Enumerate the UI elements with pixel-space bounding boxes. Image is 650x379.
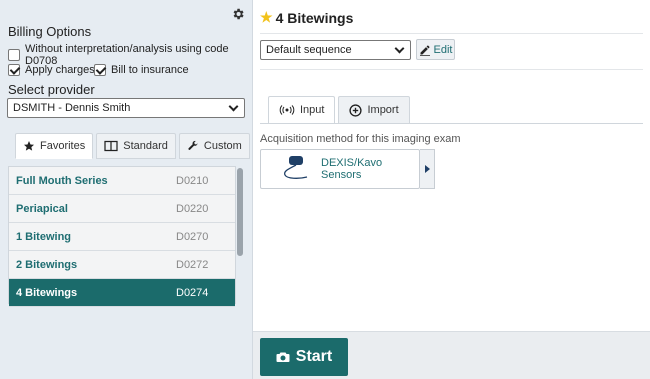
chevron-down-icon (228, 101, 239, 111)
tab-standard-label: Standard (123, 140, 168, 152)
acquisition-tabs: Input Import (268, 96, 413, 124)
tab-import-label: Import (367, 104, 399, 116)
left-panel: Billing Options Without interpretation/a… (0, 0, 253, 379)
favorite-star-icon[interactable]: ★ (260, 9, 273, 26)
apply-charges-label: Apply charges (25, 64, 95, 76)
tab-favorites[interactable]: Favorites (15, 133, 94, 159)
procedure-code: D0274 (176, 286, 209, 299)
tab-custom-label: Custom (203, 140, 242, 152)
procedure-name: Full Mouth Series (16, 174, 108, 187)
procedure-code: D0272 (176, 258, 209, 271)
caret-right-icon (424, 165, 430, 173)
list-item[interactable]: Full Mouth Series D0210 (9, 167, 235, 195)
start-button[interactable]: Start (260, 338, 348, 376)
procedure-list-scrollbar[interactable] (236, 166, 244, 304)
page-title: ★ 4 Bitewings (260, 9, 353, 26)
procedure-code: D0270 (176, 230, 209, 243)
tab-input[interactable]: Input (268, 96, 336, 124)
sensor-device-icon (281, 155, 311, 184)
provider-select[interactable]: DSMITH - Dennis Smith (7, 98, 245, 118)
plus-circle-icon (349, 103, 363, 117)
start-label: Start (295, 348, 333, 365)
bill-to-insurance-option[interactable]: Bill to insurance (94, 64, 189, 76)
tab-custom[interactable]: Custom (178, 133, 250, 159)
wrench-icon (187, 140, 199, 152)
right-panel: ★ 4 Bitewings Default sequence Edit Inpu… (253, 0, 650, 379)
dexis-sensor-button[interactable]: DEXIS/Kavo Sensors (260, 149, 420, 189)
settings-gear-icon[interactable] (231, 7, 245, 21)
book-icon (104, 140, 118, 152)
procedure-code: D0210 (176, 174, 209, 187)
apply-charges-option[interactable]: Apply charges (8, 64, 95, 76)
edit-label: Edit (433, 43, 453, 56)
procedure-code: D0220 (176, 202, 209, 215)
list-item[interactable]: 1 Bitewing D0270 (9, 223, 235, 251)
list-item-selected[interactable]: 4 Bitewings D0274 (9, 279, 235, 307)
billing-options-title: Billing Options (8, 24, 92, 39)
procedure-tabs: Favorites Standard Custom (15, 133, 253, 159)
sequence-selected-value: Default sequence (266, 44, 352, 56)
procedure-list: Full Mouth Series D0210 Periapical D0220… (8, 166, 236, 307)
star-icon (23, 140, 35, 152)
tab-input-label: Input (300, 104, 325, 116)
edit-button[interactable]: Edit (416, 39, 455, 60)
list-item[interactable]: Periapical D0220 (9, 195, 235, 223)
procedure-name: Periapical (16, 202, 68, 215)
procedure-name: 4 Bitewings (16, 286, 78, 299)
acquisition-method-label: Acquisition method for this imaging exam (260, 133, 461, 145)
divider (260, 33, 643, 34)
sensor-label: DEXIS/Kavo Sensors (321, 157, 383, 181)
procedure-title: 4 Bitewings (275, 9, 354, 26)
pencil-icon (419, 45, 430, 56)
procedure-name: 2 Bitewings (16, 258, 78, 271)
sequence-select[interactable]: Default sequence (260, 40, 411, 60)
apply-charges-checkbox[interactable] (8, 64, 20, 76)
scrollbar-thumb[interactable] (237, 168, 243, 256)
provider-selected-value: DSMITH - Dennis Smith (13, 102, 131, 114)
bill-to-insurance-checkbox[interactable] (94, 64, 106, 76)
without-interpretation-checkbox[interactable] (8, 49, 20, 61)
chevron-down-icon (394, 43, 405, 53)
camera-icon (276, 352, 290, 362)
sensor-options-button[interactable] (420, 149, 435, 189)
tab-favorites-label: Favorites (40, 140, 86, 152)
divider (260, 69, 643, 70)
tab-standard[interactable]: Standard (96, 133, 176, 159)
list-item[interactable]: 2 Bitewings D0272 (9, 251, 235, 279)
footer-bar: Start (253, 331, 650, 379)
procedure-name: 1 Bitewing (16, 230, 72, 243)
tab-divider (260, 123, 643, 124)
select-provider-title: Select provider (8, 82, 95, 97)
tab-import[interactable]: Import (338, 96, 410, 124)
bill-to-insurance-label: Bill to insurance (111, 64, 189, 76)
radio-wave-icon (279, 104, 295, 116)
